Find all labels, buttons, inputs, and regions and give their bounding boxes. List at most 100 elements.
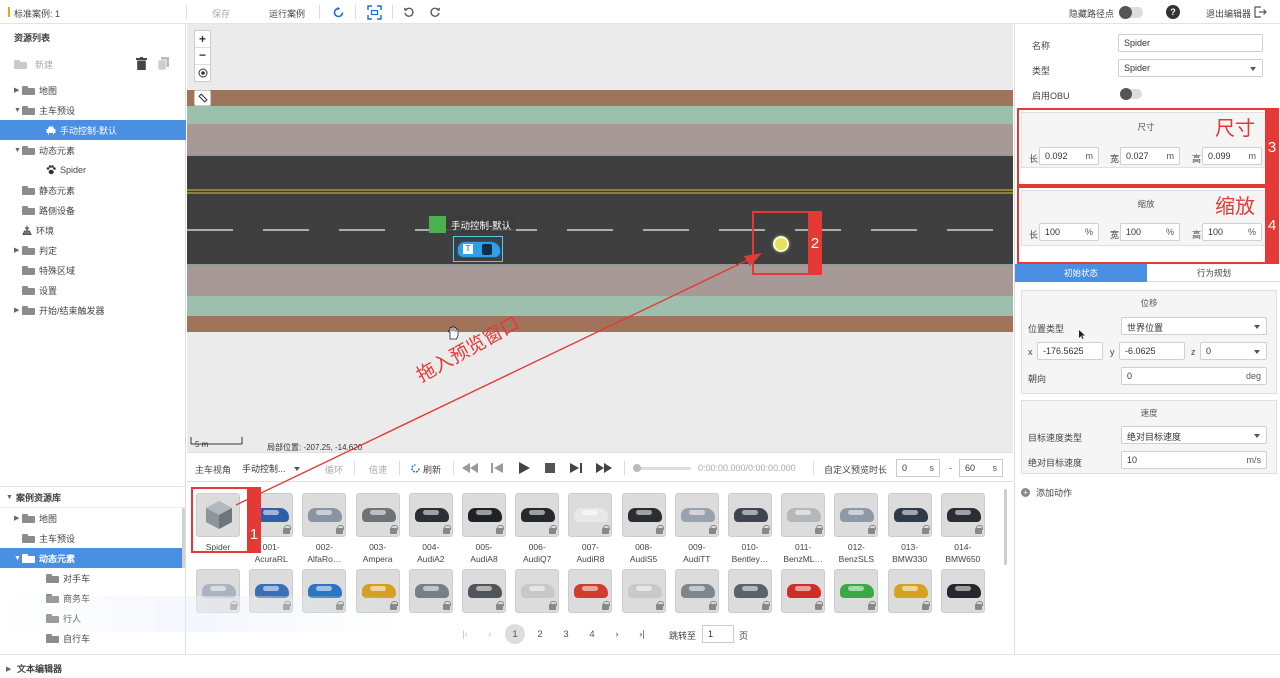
tree-item-9[interactable]: 特殊区域 [0,260,186,280]
library-item-card[interactable] [781,569,826,613]
library-item-card[interactable] [621,493,666,537]
preview-end-input[interactable]: 60 s [959,459,1003,477]
run-case-button[interactable]: 运行案例 [269,7,305,20]
exit-editor-button[interactable]: 退出编辑器 [1206,7,1251,20]
z-select[interactable]: 0 [1200,342,1267,360]
tab-initial-state[interactable]: 初始状态 [1015,264,1147,282]
library-scrollbar[interactable] [1004,489,1007,565]
tree-item-1[interactable]: ▼ 主车预设 [0,100,186,120]
view-select[interactable]: 手动控制... [242,460,306,476]
speed-button[interactable]: 倍速 [369,463,387,476]
library-item-card[interactable] [408,493,453,537]
copy-icon[interactable] [157,56,169,70]
library-item-card[interactable] [674,493,719,537]
tree-item-11[interactable]: ▶ 开始/结束触发器 [0,300,186,320]
zoom-in-button[interactable]: + [195,31,210,48]
skip-end-icon[interactable] [595,462,613,474]
tree-item-8[interactable]: ▶ 判定 [0,240,186,260]
library-item-card[interactable] [728,569,772,613]
library-item-card[interactable] [302,493,347,537]
tree-arrow-icon[interactable]: ▶ [14,246,22,254]
prev-page-button[interactable]: ‹ [481,625,499,643]
vehicle-label[interactable]: 手动控制-默认 [429,216,517,233]
tree-arrow-icon[interactable]: ▶ [14,514,22,522]
library-item-card[interactable] [355,493,400,537]
timeline-knob[interactable] [633,464,641,472]
add-action-button[interactable]: + 添加动作 [1021,486,1072,499]
hide-waypoints-toggle[interactable] [1119,6,1143,19]
library-item-card[interactable] [462,569,506,613]
text-editor-toggle[interactable]: ▶ 文本编辑器 [6,662,62,675]
play-icon[interactable] [517,461,531,475]
page-button-1[interactable]: 1 [505,624,525,644]
zoom-out-button[interactable]: − [195,48,210,65]
x-input[interactable]: -176.5625 [1037,342,1103,360]
tree-item-6[interactable]: 路侧设备 [0,200,186,220]
skip-start-icon[interactable] [462,462,478,474]
locate-icon[interactable] [195,65,210,81]
save-button[interactable]: 保存 [212,7,230,20]
library-item-card[interactable] [621,569,666,613]
step-back-icon[interactable] [490,462,504,474]
library-item-card[interactable] [408,569,453,613]
redo-icon[interactable] [428,5,442,19]
library-item-card[interactable] [781,493,826,537]
library-tree-item-2[interactable]: ▼ 动态元素 [0,548,182,568]
tree-item-10[interactable]: 设置 [0,280,186,300]
help-icon[interactable]: ? [1166,5,1180,19]
library-item-card[interactable] [728,493,772,537]
step-forward-icon[interactable] [569,462,583,474]
library-item-card[interactable] [834,493,879,537]
next-page-button[interactable]: › [608,625,626,643]
tree-arrow-icon[interactable]: ▼ [14,555,22,562]
library-item-card[interactable] [887,493,932,537]
library-item-card[interactable] [940,569,985,613]
stop-icon[interactable] [544,462,556,474]
tree-arrow-icon[interactable]: ▼ [14,147,22,154]
ego-vehicle[interactable]: T [453,236,503,262]
exit-icon[interactable] [1252,4,1268,20]
tree-item-2[interactable]: 手动控制-默认 [0,120,186,140]
name-input[interactable]: Spider [1118,34,1263,52]
library-item-card[interactable] [834,569,879,613]
library-item-card[interactable] [462,493,506,537]
obu-toggle[interactable] [1120,88,1142,100]
library-item-card[interactable] [515,569,560,613]
refresh-button[interactable]: 刷新 [423,463,441,476]
delete-icon[interactable] [135,56,147,70]
page-button-4[interactable]: 4 [583,625,601,643]
library-item-card[interactable] [568,569,613,613]
heading-input[interactable]: 0 deg [1121,367,1267,385]
tree-arrow-icon[interactable]: ▶ [14,86,22,94]
road-map[interactable] [187,24,1013,452]
fit-view-icon[interactable] [366,4,382,20]
page-button-2[interactable]: 2 [531,625,549,643]
refresh-icon[interactable] [331,5,345,19]
position-type-select[interactable]: 世界位置 [1121,317,1267,335]
ruler-icon[interactable] [194,90,211,106]
page-button-3[interactable]: 3 [557,625,575,643]
tree-item-7[interactable]: 环境 [0,220,186,240]
type-select[interactable]: Spider [1118,59,1263,77]
preview-start-input[interactable]: 0s [896,459,940,477]
first-page-button[interactable]: |‹ [456,625,474,643]
tree-item-0[interactable]: ▶ 地图 [0,80,186,100]
tree-arrow-icon[interactable]: ▶ [14,306,22,314]
tab-behavior-planning[interactable]: 行为规划 [1147,264,1280,282]
library-item-card[interactable] [515,493,560,537]
library-item-card[interactable] [887,569,932,613]
library-tree-scrollbar[interactable] [182,508,185,568]
undo-icon[interactable] [402,5,416,19]
library-item-card[interactable] [940,493,985,537]
library-tree-item-0[interactable]: ▶ 地图 [0,508,182,528]
library-tree-item-1[interactable]: 主车预设 [0,528,182,548]
library-tree-item-3[interactable]: 对手车 [0,568,182,588]
page-jump-input[interactable]: 1 [702,625,734,643]
scene-canvas[interactable]: + − 手动控制-默认 T 5 m 局部位置: -207.25, -14.620… [187,24,1013,452]
target-speed-type-select[interactable]: 绝对目标速度 [1121,426,1267,444]
tree-arrow-icon[interactable]: ▼ [14,107,22,114]
loop-button[interactable]: 循环 [325,463,343,476]
library-item-card[interactable] [568,493,613,537]
new-resource-button[interactable]: 新建 [14,57,53,71]
refresh-icon[interactable] [409,462,421,474]
